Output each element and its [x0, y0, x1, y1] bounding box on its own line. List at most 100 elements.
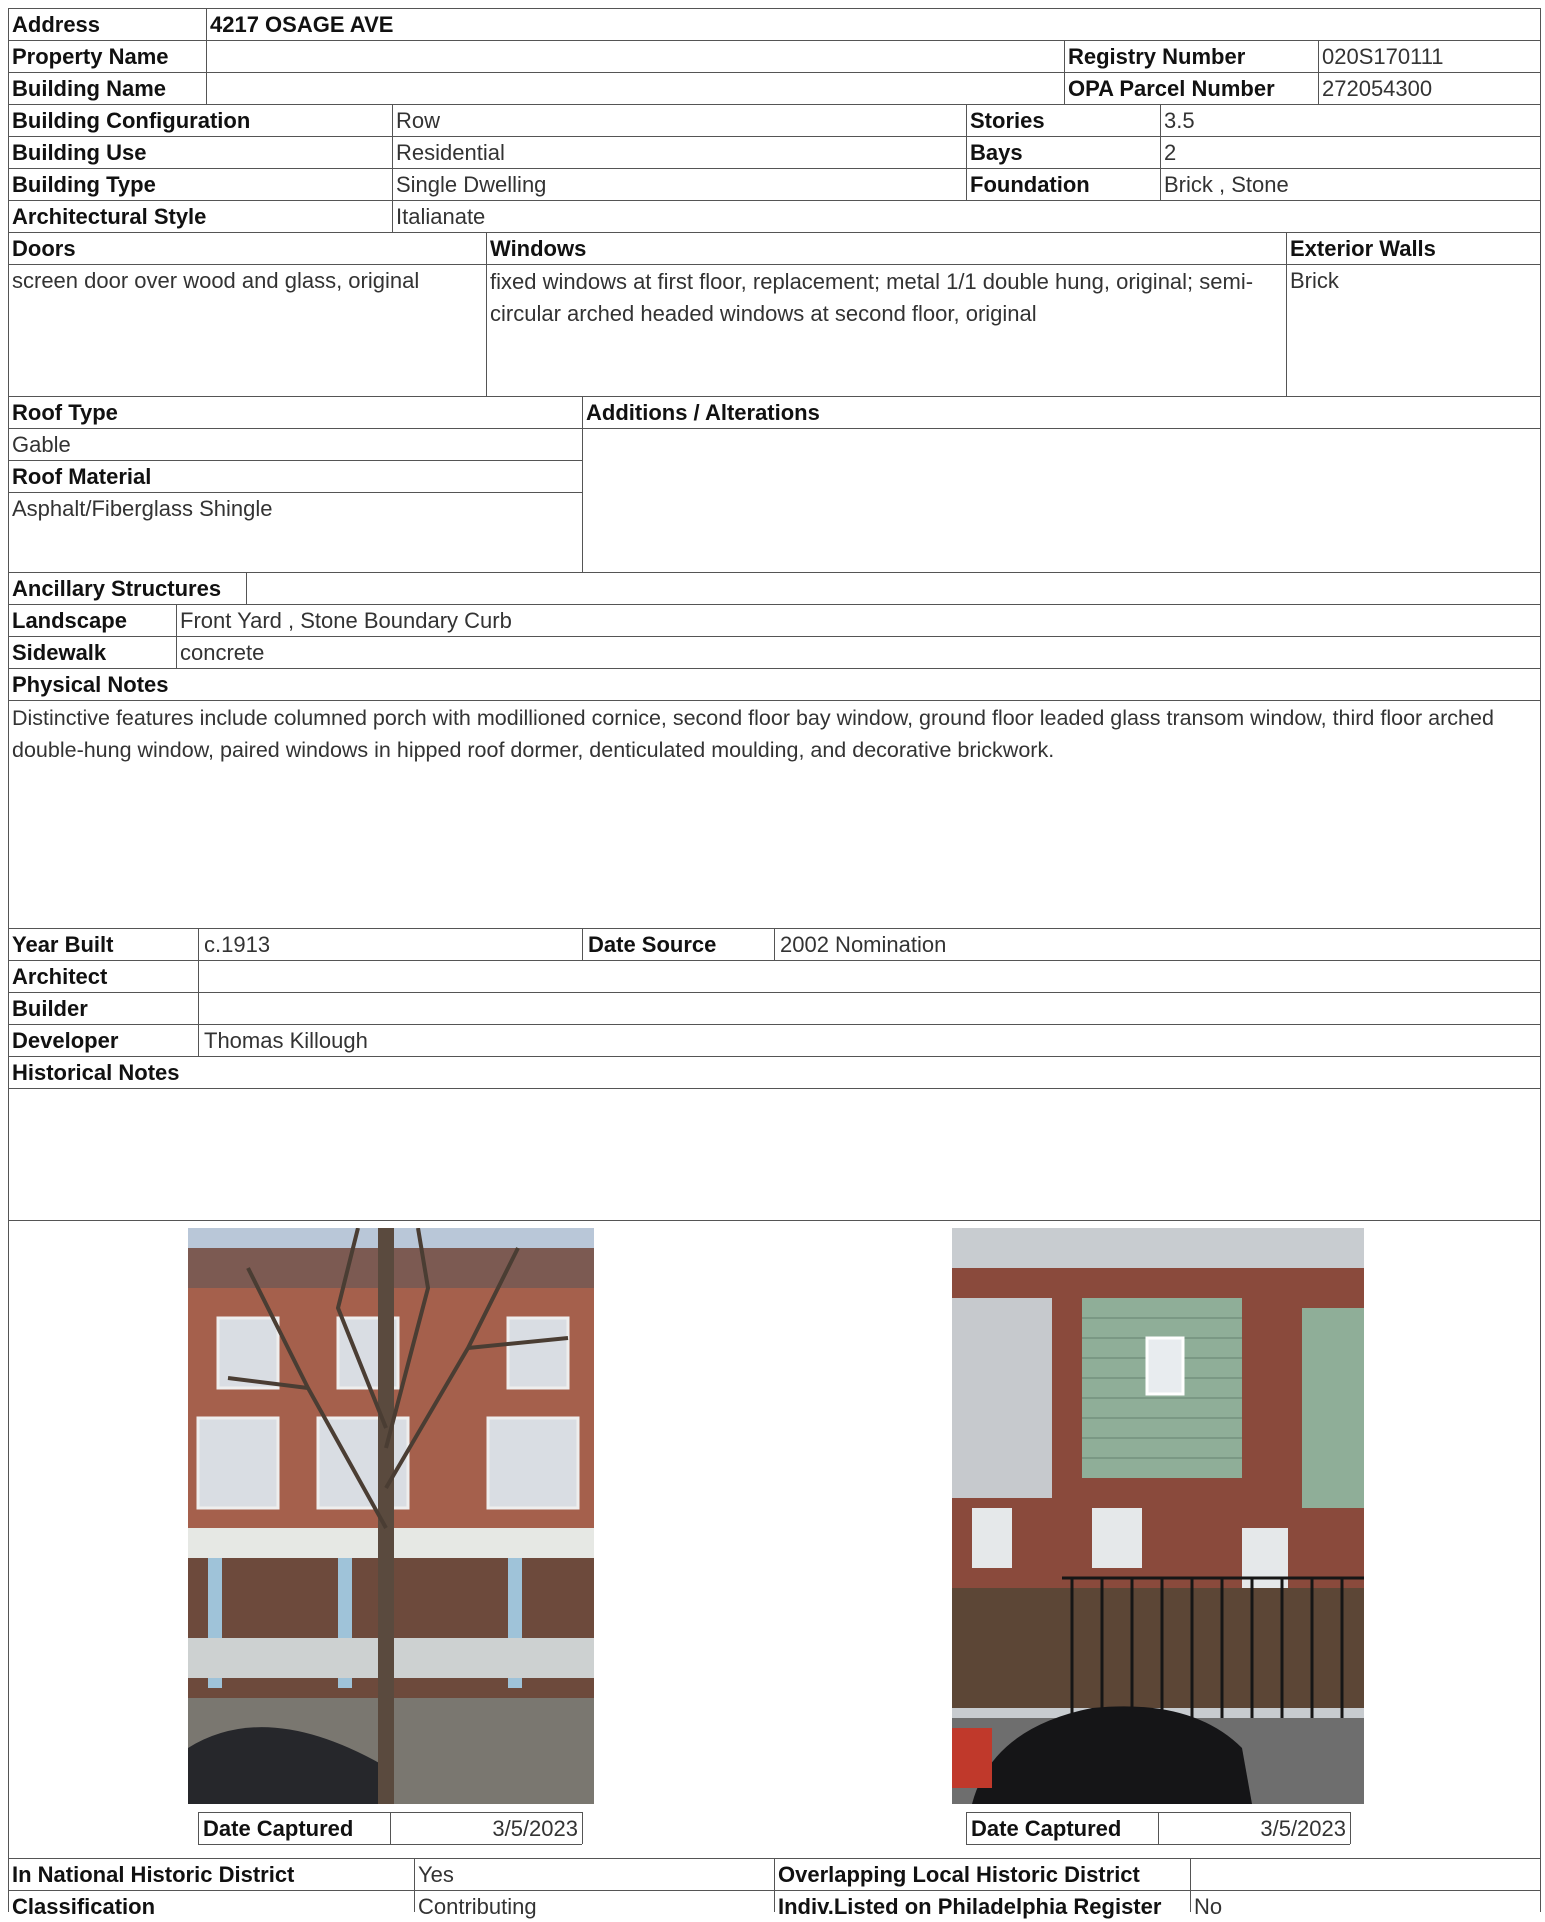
rule — [8, 8, 1540, 9]
rule — [8, 72, 1540, 73]
registry-number-value: 020S170111 — [1322, 44, 1444, 69]
rule — [8, 40, 1540, 41]
rule — [392, 104, 393, 232]
rule — [966, 1812, 967, 1844]
indiv-listed-value: No — [1194, 1894, 1223, 1919]
rule — [774, 1858, 775, 1912]
rule — [8, 8, 9, 1912]
roof-type-label: Roof Type — [12, 400, 118, 425]
architectural-style-label: Architectural Style — [12, 204, 207, 229]
opa-parcel-label: OPA Parcel Number — [1068, 76, 1275, 101]
rule — [198, 1812, 199, 1844]
developer-label: Developer — [12, 1028, 119, 1053]
rule — [8, 264, 1540, 265]
landscape-label: Landscape — [12, 608, 127, 633]
rule — [8, 492, 582, 493]
building-configuration-label: Building Configuration — [12, 108, 251, 133]
photo-1-date-value: 3/5/2023 — [492, 1816, 578, 1841]
opa-parcel-value: 272054300 — [1322, 76, 1433, 101]
foundation-value: Brick , Stone — [1164, 172, 1289, 197]
national-district-value: Yes — [418, 1862, 454, 1887]
building-type-label: Building Type — [12, 172, 156, 197]
windows-label: Windows — [490, 236, 587, 261]
photo-2-date-label: Date Captured — [971, 1816, 1122, 1841]
rule — [8, 1056, 1540, 1057]
rule — [486, 232, 487, 396]
rule — [198, 928, 199, 1056]
address-value: 4217 OSAGE AVE — [210, 12, 394, 37]
date-source-value: 2002 Nomination — [780, 932, 947, 957]
stories-value: 3.5 — [1164, 108, 1195, 133]
rule — [176, 604, 177, 668]
windows-value: fixed windows at first floor, replacemen… — [490, 269, 1254, 326]
rule — [8, 200, 1540, 201]
building-configuration-value: Row — [396, 108, 441, 133]
rule — [8, 1024, 1540, 1025]
rule — [774, 928, 775, 960]
physical-notes-label: Physical Notes — [12, 672, 169, 697]
rule — [1190, 1858, 1191, 1912]
bays-label: Bays — [970, 140, 1023, 165]
overlapping-district-label: Overlapping Local Historic District — [778, 1862, 1140, 1887]
rule — [8, 168, 1540, 169]
rule — [8, 104, 1540, 105]
rule — [8, 428, 1540, 429]
landscape-value: Front Yard , Stone Boundary Curb — [180, 608, 512, 633]
rule — [8, 136, 1540, 137]
rule — [8, 636, 1540, 637]
rule — [8, 700, 1540, 701]
photo-2-date-value: 3/5/2023 — [1260, 1816, 1346, 1841]
building-type-value: Single Dwelling — [396, 172, 547, 197]
rule — [8, 992, 1540, 993]
rule — [390, 1812, 391, 1844]
building-use-label: Building Use — [12, 140, 147, 165]
rule — [582, 928, 583, 960]
architect-label: Architect — [12, 964, 108, 989]
year-built-label: Year Built — [12, 932, 114, 957]
rule — [582, 1812, 583, 1844]
rule — [8, 960, 1540, 961]
rule — [582, 396, 583, 572]
rule — [1160, 104, 1161, 200]
rule — [1286, 232, 1287, 396]
rule — [8, 396, 1540, 397]
rule — [8, 572, 1540, 573]
developer-value: Thomas Killough — [204, 1028, 368, 1053]
foundation-label: Foundation — [970, 172, 1090, 197]
ancillary-structures-label: Ancillary Structures — [12, 576, 222, 601]
rule — [8, 604, 1540, 605]
rule — [8, 668, 1540, 669]
classification-label: Classification — [12, 1894, 156, 1919]
national-district-label: In National Historic District — [12, 1862, 295, 1887]
rule — [8, 1220, 1540, 1221]
rear-facade-photo — [952, 1228, 1364, 1804]
front-facade-photo — [188, 1228, 594, 1804]
property-record-sheet: Address 4217 OSAGE AVE Property Name Reg… — [0, 0, 1545, 1920]
rule — [206, 8, 207, 104]
rule — [966, 1844, 1350, 1845]
rule — [198, 1844, 582, 1845]
rule — [8, 232, 1540, 233]
builder-label: Builder — [12, 996, 88, 1021]
property-name-label: Property Name — [12, 44, 169, 69]
indiv-listed-label: Indiv.Listed on Philadelphia Register — [778, 1894, 1162, 1919]
exterior-walls-value: Brick — [1290, 268, 1339, 293]
doors-label: Doors — [12, 236, 76, 261]
building-use-value: Residential — [396, 140, 505, 165]
rule — [246, 572, 247, 604]
sidewalk-value: concrete — [180, 640, 265, 665]
rule — [8, 460, 582, 461]
roof-material-value: Asphalt/Fiberglass Shingle — [12, 496, 273, 521]
roof-material-label: Roof Material — [12, 464, 152, 489]
exterior-walls-label: Exterior Walls — [1290, 236, 1436, 261]
physical-notes-value: Distinctive features include columned po… — [12, 706, 1494, 762]
registry-number-label: Registry Number — [1068, 44, 1246, 69]
classification-value: Contributing — [418, 1894, 537, 1919]
rule — [1064, 40, 1065, 104]
sidewalk-label: Sidewalk — [12, 640, 107, 665]
rule — [1158, 1812, 1159, 1844]
roof-type-value: Gable — [12, 432, 71, 457]
stories-label: Stories — [970, 108, 1045, 133]
year-built-value: c.1913 — [204, 932, 271, 957]
bays-value: 2 — [1164, 140, 1177, 165]
